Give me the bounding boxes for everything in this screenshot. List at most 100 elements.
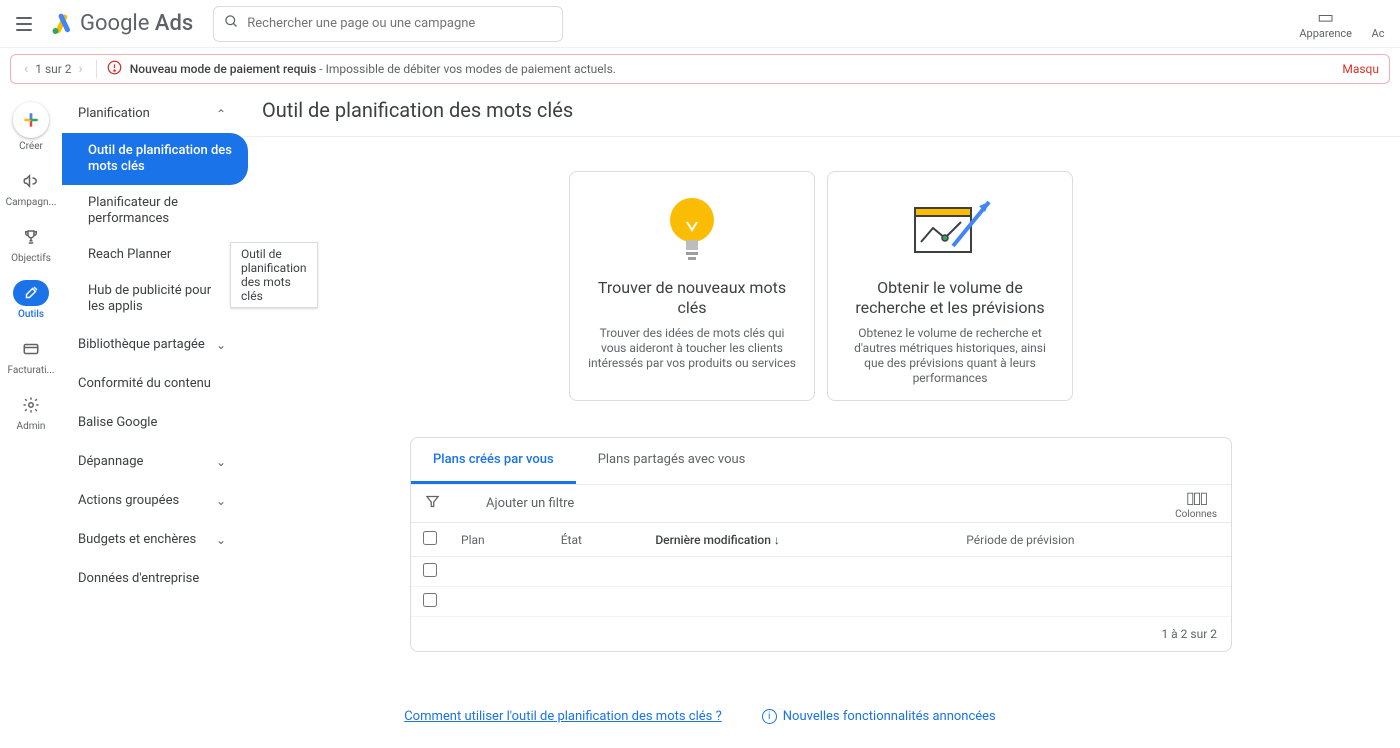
alert-next[interactable]: › — [76, 61, 86, 77]
product-logo[interactable]: Google Ads — [50, 11, 193, 36]
table-row[interactable] — [411, 557, 1231, 587]
sidebar-item-app-hub[interactable]: Hub de publicité pour les applis — [62, 273, 242, 325]
sidebar-item-keyword-planner[interactable]: Outil de planification des mots clés — [62, 133, 248, 185]
filter-row: Ajouter un filtre ▯▯▯ Colonnes — [411, 485, 1231, 523]
account-button[interactable]: Ac — [1368, 7, 1388, 40]
sort-down-icon: ↓ — [774, 533, 780, 547]
search-box[interactable] — [213, 6, 563, 42]
row-checkbox[interactable] — [423, 563, 437, 577]
plans-panel: Plans créés par vous Plans partagés avec… — [410, 437, 1232, 652]
action-cards: Trouver de nouveaux mots clés Trouver de… — [242, 171, 1400, 401]
chart-icon — [905, 196, 995, 266]
plans-table: Plan État Dernière modification ↓ Périod… — [411, 523, 1231, 617]
card-get-volume[interactable]: Obtenir le volume de recherche et les pr… — [827, 171, 1073, 401]
sidebar-section-label: Budgets et enchères — [78, 532, 196, 547]
announcements-label: Nouvelles fonctionnalités annoncées — [783, 709, 996, 724]
lightbulb-icon — [665, 196, 719, 266]
tab-shared-plans[interactable]: Plans partagés avec vous — [576, 438, 768, 484]
tools-icon — [13, 280, 49, 306]
sidebar-section-troubleshooting[interactable]: Dépannage ⌄ — [62, 442, 242, 481]
rail-campaigns-label: Campagn... — [6, 197, 57, 208]
sidebar-section-label: Bibliothèque partagée — [78, 337, 205, 352]
product-name: Google Ads — [80, 11, 193, 36]
info-icon: i — [762, 709, 777, 724]
rail-tools-label: Outils — [18, 309, 44, 320]
trophy-icon — [18, 224, 44, 250]
search-input[interactable] — [247, 16, 552, 31]
topbar: Google Ads ▭ Apparence Ac — [0, 0, 1400, 48]
sidebar-item-reach-planner[interactable]: Reach Planner — [62, 237, 242, 273]
sidebar-item-performance-planner[interactable]: Planificateur de performances — [62, 185, 242, 237]
rail-goals[interactable]: Objectifs — [3, 218, 59, 270]
left-rail: Créer Campagn... Objectifs Outils Factur… — [0, 88, 62, 748]
announcements-link[interactable]: i Nouvelles fonctionnalités annoncées — [762, 709, 996, 724]
rail-billing-label: Facturati... — [7, 365, 54, 376]
account-label: Ac — [1372, 27, 1385, 40]
howto-link[interactable]: Comment utiliser l'outil de planificatio… — [404, 709, 722, 724]
table-pagination: 1 à 2 sur 2 — [411, 617, 1231, 651]
alert-banner: ‹ 1 sur 2 › Nouveau mode de paiement req… — [10, 54, 1390, 84]
sidebar-section-bulk-actions[interactable]: Actions groupées ⌄ — [62, 481, 242, 520]
rail-admin-label: Admin — [17, 421, 46, 432]
appearance-icon: ▭ — [1317, 7, 1334, 27]
card-desc: Obtenez le volume de recherche et d'autr… — [844, 326, 1056, 386]
chevron-down-icon: ⌄ — [216, 455, 226, 469]
chevron-down-icon: ⌄ — [216, 338, 226, 352]
sidebar-section-label: Actions groupées — [78, 493, 179, 508]
alert-pager: ‹ 1 sur 2 › — [21, 61, 86, 77]
rail-create[interactable]: Créer — [3, 96, 59, 158]
alert-hide[interactable]: Masqu — [1342, 62, 1379, 76]
chevron-down-icon: ⌄ — [216, 494, 226, 508]
rail-goals-label: Objectifs — [11, 253, 51, 264]
filter-icon[interactable] — [425, 494, 440, 513]
card-discover-keywords[interactable]: Trouver de nouveaux mots clés Trouver de… — [569, 171, 815, 401]
sidebar-section-content-compliance[interactable]: Conformité du contenu — [62, 364, 242, 403]
plus-icon — [13, 102, 49, 138]
col-forecast[interactable]: Période de prévision — [954, 523, 1231, 557]
appearance-label: Apparence — [1299, 27, 1352, 40]
appearance-button[interactable]: ▭ Apparence — [1299, 7, 1352, 40]
sidebar-section-label: Dépannage — [78, 454, 143, 469]
sidebar-tooltip: Outil de planification des mots clés — [230, 242, 318, 308]
col-modified[interactable]: Dernière modification ↓ — [643, 523, 954, 557]
card-title: Obtenir le volume de recherche et les pr… — [844, 278, 1056, 318]
columns-button[interactable]: ▯▯▯ Colonnes — [1175, 488, 1217, 520]
page-title: Outil de planification des mots clés — [242, 88, 1400, 137]
rail-admin[interactable]: Admin — [3, 386, 59, 438]
rail-billing[interactable]: Facturati... — [3, 330, 59, 382]
sidebar-section-label: Données d'entreprise — [78, 571, 199, 586]
add-filter-input[interactable]: Ajouter un filtre — [486, 496, 574, 511]
alert-pager-text: 1 sur 2 — [35, 62, 71, 76]
sidebar-section-business-data[interactable]: Données d'entreprise — [62, 559, 242, 598]
chevron-up-icon: ⌃ — [216, 107, 226, 121]
row-checkbox[interactable] — [423, 593, 437, 607]
col-state[interactable]: État — [549, 523, 644, 557]
menu-icon[interactable] — [12, 12, 36, 36]
ads-logo-icon — [50, 13, 74, 35]
alert-message: Nouveau mode de paiement requis - Imposs… — [130, 62, 616, 76]
sidebar-section-planification[interactable]: Planification ⌃ — [62, 94, 242, 133]
warning-icon — [107, 60, 122, 79]
card-title: Trouver de nouveaux mots clés — [586, 278, 798, 318]
columns-label: Colonnes — [1175, 509, 1217, 520]
sidebar-section-budgets-bids[interactable]: Budgets et enchères ⌄ — [62, 520, 242, 559]
megaphone-icon — [18, 168, 44, 194]
footer-links: Comment utiliser l'outil de planificatio… — [0, 709, 1400, 724]
chevron-down-icon: ⌄ — [216, 533, 226, 547]
plans-tabs: Plans créés par vous Plans partagés avec… — [411, 438, 1231, 485]
sidebar-section-google-tag[interactable]: Balise Google — [62, 403, 242, 442]
sidebar-section-label: Conformité du contenu — [78, 376, 211, 391]
col-plan[interactable]: Plan — [449, 523, 549, 557]
rail-campaigns[interactable]: Campagn... — [3, 162, 59, 214]
sidebar-section-label: Balise Google — [78, 415, 157, 430]
main-content: Outil de planification des mots clés Tro… — [242, 88, 1400, 748]
columns-icon: ▯▯▯ — [1186, 488, 1206, 507]
alert-prev[interactable]: ‹ — [21, 61, 31, 77]
select-all-checkbox[interactable] — [423, 531, 437, 545]
tab-my-plans[interactable]: Plans créés par vous — [411, 438, 576, 484]
gear-icon — [18, 392, 44, 418]
rail-tools[interactable]: Outils — [3, 274, 59, 326]
sidebar: Planification ⌃ Outil de planification d… — [62, 88, 242, 748]
sidebar-section-shared-library[interactable]: Bibliothèque partagée ⌄ — [62, 325, 242, 364]
table-row[interactable] — [411, 587, 1231, 617]
